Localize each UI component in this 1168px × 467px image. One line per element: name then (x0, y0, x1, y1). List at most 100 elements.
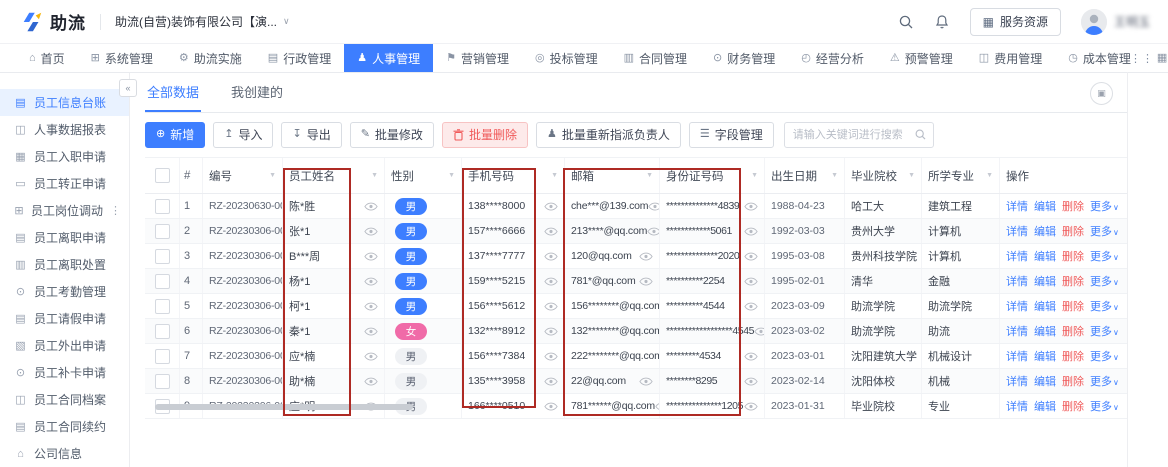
row-checkbox[interactable] (155, 274, 170, 289)
column-header[interactable]: 操作 (1000, 158, 1123, 193)
filter-arrow-icon[interactable]: ▼ (448, 172, 455, 179)
filter-arrow-icon[interactable]: ▼ (751, 172, 758, 179)
filter-arrow-icon[interactable]: ▼ (908, 172, 915, 179)
eye-icon[interactable] (744, 227, 758, 236)
column-header[interactable]: 身份证号码 ▼ (660, 158, 765, 193)
eye-icon[interactable] (544, 327, 558, 336)
edit-link[interactable]: 编辑 (1034, 273, 1056, 289)
sidebar-item[interactable]: ▧ 员工外出申请 (0, 332, 129, 359)
service-resource-button[interactable]: ▦ 服务资源 (970, 8, 1061, 36)
eye-icon[interactable] (544, 302, 558, 311)
nav-item[interactable]: ▤ 行政管理 (255, 44, 344, 72)
column-header[interactable]: 编号 ▼ (203, 158, 283, 193)
nav-item[interactable]: ⚠ 预警管理 (877, 44, 966, 72)
add-button[interactable]: ⊕ 新增 (145, 122, 205, 148)
eye-icon[interactable] (544, 377, 558, 386)
table-row[interactable]: 2 RZ-20230306-008 张*1 (145, 219, 1127, 244)
detail-link[interactable]: 详情 (1006, 298, 1028, 314)
table-row[interactable]: 3 RZ-20230306-007 B***周 (145, 244, 1127, 269)
select-all-checkbox[interactable] (155, 168, 170, 183)
more-link[interactable]: 更多∨ (1090, 373, 1119, 389)
more-link[interactable]: 更多∨ (1090, 323, 1119, 339)
sidebar-item[interactable]: ▤ 员工合同续约 (0, 413, 129, 440)
search-icon[interactable] (914, 128, 927, 141)
sidebar-item[interactable]: ⊙ 员工考勤管理 (0, 278, 129, 305)
detail-link[interactable]: 详情 (1006, 223, 1028, 239)
detail-link[interactable]: 详情 (1006, 348, 1028, 364)
eye-icon[interactable] (544, 252, 558, 261)
eye-icon[interactable] (364, 352, 378, 361)
sidebar-item[interactable]: ▥ 员工离职处置 (0, 251, 129, 278)
nav-item[interactable]: ⌂ 首页 (16, 44, 78, 72)
column-header[interactable]: 员工姓名 ▼ (283, 158, 385, 193)
edit-link[interactable]: 编辑 (1034, 298, 1056, 314)
sidebar-item[interactable]: ▤ 员工信息台账 (0, 89, 129, 116)
detail-link[interactable]: 详情 (1006, 198, 1028, 214)
nav-item[interactable]: ◴ 经营分析 (788, 44, 877, 72)
column-header[interactable]: 所学专业 ▼ (922, 158, 1000, 193)
sidebar-item[interactable]: ▤ 员工离职申请 (0, 224, 129, 251)
eye-icon[interactable] (639, 377, 653, 386)
sidebar-item[interactable]: ⊙ 员工补卡申请 (0, 359, 129, 386)
edit-link[interactable]: 编辑 (1034, 348, 1056, 364)
filter-arrow-icon[interactable]: ▼ (986, 172, 993, 179)
more-dots-icon[interactable]: ⋮ (110, 204, 121, 217)
sidebar-item[interactable]: ◫ 人事数据报表 (0, 116, 129, 143)
eye-icon[interactable] (364, 327, 378, 336)
row-checkbox[interactable] (155, 324, 170, 339)
column-header[interactable]: 毕业院校 ▼ (845, 158, 922, 193)
eye-icon[interactable] (744, 302, 758, 311)
batch-edit-button[interactable]: ✎ 批量修改 (350, 122, 434, 148)
nav-item[interactable]: ▥ 合同管理 (611, 44, 700, 72)
more-link[interactable]: 更多∨ (1090, 223, 1119, 239)
filter-arrow-icon[interactable]: ▼ (646, 172, 653, 179)
delete-link[interactable]: 删除 (1062, 398, 1084, 414)
column-header[interactable]: 性别 ▼ (385, 158, 462, 193)
edit-link[interactable]: 编辑 (1034, 223, 1056, 239)
eye-icon[interactable] (544, 402, 558, 411)
filter-arrow-icon[interactable]: ▼ (831, 172, 838, 179)
delete-link[interactable]: 删除 (1062, 198, 1084, 214)
delete-link[interactable]: 删除 (1062, 373, 1084, 389)
detail-link[interactable]: 详情 (1006, 398, 1028, 414)
table-row[interactable]: 8 RZ-20230306-002 助*楠 (145, 369, 1127, 394)
more-link[interactable]: 更多∨ (1090, 273, 1119, 289)
edit-link[interactable]: 编辑 (1034, 198, 1056, 214)
detail-link[interactable]: 详情 (1006, 373, 1028, 389)
bell-icon[interactable] (934, 14, 950, 30)
table-row[interactable]: 7 RZ-20230306-003 应*楠 (145, 344, 1127, 369)
search-input[interactable] (784, 122, 934, 148)
edit-link[interactable]: 编辑 (1034, 248, 1056, 264)
chevron-down-icon[interactable]: ∨ (283, 16, 290, 27)
eye-icon[interactable] (744, 277, 758, 286)
table-row[interactable]: 1 RZ-20230630-001 陈*胜 (145, 194, 1127, 219)
user-menu[interactable]: 王明玉 (1081, 9, 1150, 35)
tab[interactable]: 全部数据 (145, 82, 201, 112)
more-link[interactable]: 更多∨ (1090, 348, 1119, 364)
delete-link[interactable]: 删除 (1062, 323, 1084, 339)
detail-link[interactable]: 详情 (1006, 323, 1028, 339)
tab[interactable]: 我创建的 (229, 82, 285, 112)
sidebar-item[interactable]: ▦ 员工入职申请 (0, 143, 129, 170)
sidebar-item[interactable]: ▭ 员工转正申请 (0, 170, 129, 197)
row-checkbox[interactable] (155, 249, 170, 264)
delete-link[interactable]: 删除 (1062, 223, 1084, 239)
batch-delete-button[interactable]: 批量删除 (442, 122, 528, 148)
company-name[interactable]: 助流(自营)装饰有限公司【演... (115, 13, 277, 30)
eye-icon[interactable] (364, 377, 378, 386)
helper-circle-button[interactable]: ▣ (1090, 82, 1113, 105)
row-checkbox[interactable] (155, 349, 170, 364)
search-icon[interactable] (898, 14, 914, 30)
eye-icon[interactable] (364, 202, 378, 211)
nav-item[interactable]: ⊞ 系统管理 (78, 44, 166, 72)
eye-icon[interactable] (364, 277, 378, 286)
table-row[interactable]: 5 RZ-20230306-005 柯*1 (145, 294, 1127, 319)
export-button[interactable]: ↧ 导出 (281, 122, 341, 148)
delete-link[interactable]: 删除 (1062, 273, 1084, 289)
eye-icon[interactable] (754, 327, 765, 336)
delete-link[interactable]: 删除 (1062, 348, 1084, 364)
nav-item[interactable]: ⊙ 财务管理 (700, 44, 788, 72)
delete-link[interactable]: 删除 (1062, 248, 1084, 264)
nav-item[interactable]: ◫ 费用管理 (966, 44, 1055, 72)
filter-arrow-icon[interactable]: ▼ (551, 172, 558, 179)
